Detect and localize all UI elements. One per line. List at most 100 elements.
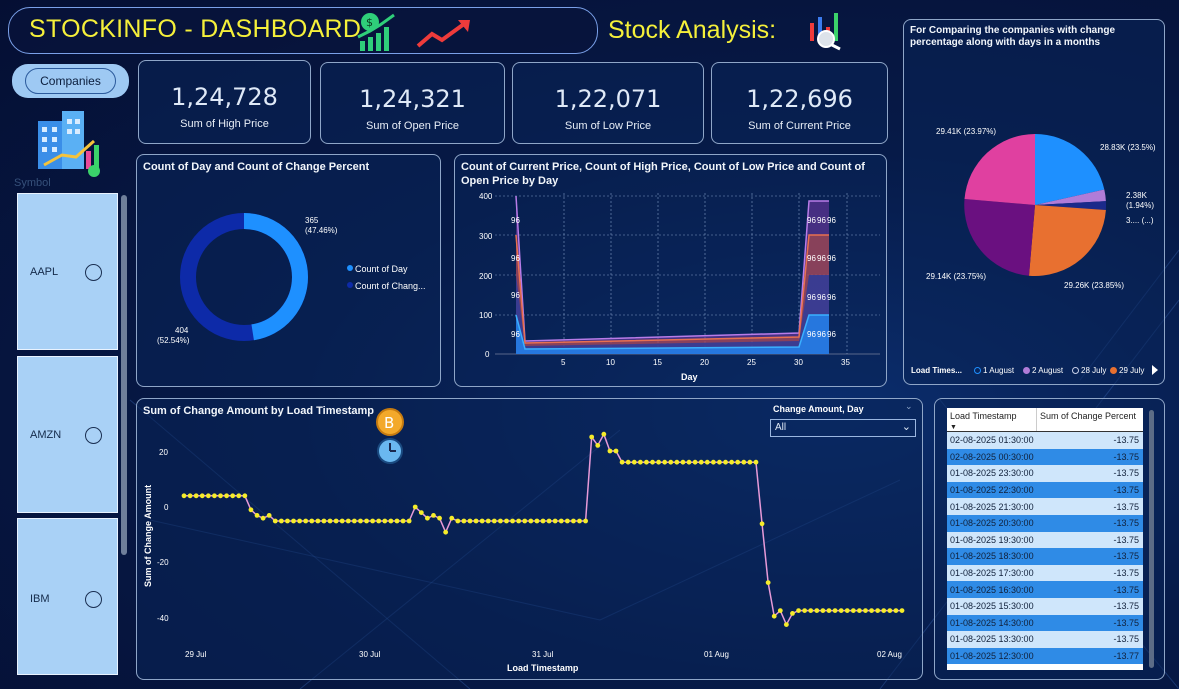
data-point[interactable] [899, 608, 905, 613]
data-point[interactable] [637, 459, 643, 465]
table-row[interactable]: 01-08-2025 16:30:00 -13.75 [947, 581, 1143, 598]
data-point[interactable] [297, 518, 303, 524]
data-point[interactable] [893, 608, 899, 613]
data-point[interactable] [863, 608, 868, 613]
legend-label[interactable]: 29 July [1119, 366, 1144, 375]
table-row[interactable]: 01-08-2025 22:30:00 -13.75 [947, 481, 1143, 499]
data-point[interactable] [473, 518, 479, 524]
legend-label[interactable]: 1 August [983, 366, 1014, 375]
data-point[interactable] [771, 613, 777, 619]
table-row[interactable]: 02-08-2025 01:30:00 -13.75 [947, 432, 1143, 449]
data-point[interactable] [589, 434, 595, 440]
table-row[interactable]: 01-08-2025 15:30:00 -13.75 [947, 597, 1143, 615]
data-point[interactable] [224, 493, 229, 499]
table-row[interactable]: 01-08-2025 18:30:00 -13.75 [947, 548, 1143, 565]
data-point[interactable] [376, 518, 382, 524]
data-point[interactable] [394, 518, 400, 524]
line-chart[interactable]: 20 0 -20 -40 29 Jul 30 Jul 31 Jul 01 Aug… [137, 399, 924, 681]
data-point[interactable] [382, 518, 388, 524]
radio-button[interactable] [85, 264, 102, 281]
data-point[interactable] [540, 518, 546, 524]
data-point[interactable] [510, 518, 515, 524]
pie-chart[interactable] [960, 130, 1110, 280]
data-point[interactable] [729, 459, 735, 465]
data-point[interactable] [765, 580, 771, 585]
data-point[interactable] [717, 459, 722, 465]
table-row[interactable]: 01-08-2025 19:30:00 -13.75 [947, 531, 1143, 549]
column-header-load-timestamp[interactable]: Load Timestamp ▼ [947, 408, 1037, 431]
data-point[interactable] [844, 608, 850, 613]
data-point[interactable] [187, 493, 193, 499]
data-point[interactable] [613, 448, 619, 454]
data-point[interactable] [850, 608, 856, 613]
data-point[interactable] [266, 513, 272, 518]
radio-button[interactable] [85, 427, 102, 444]
data-point[interactable] [522, 518, 528, 524]
data-point[interactable] [528, 518, 534, 524]
data-point[interactable] [278, 518, 284, 524]
data-point[interactable] [796, 608, 801, 613]
data-point[interactable] [595, 443, 601, 448]
data-point[interactable] [358, 518, 363, 524]
data-point[interactable] [802, 608, 808, 613]
sidebar-scrollbar[interactable] [121, 195, 127, 555]
data-point[interactable] [826, 608, 832, 613]
data-point[interactable] [491, 518, 497, 524]
data-point[interactable] [710, 459, 716, 465]
data-point[interactable] [485, 518, 491, 524]
data-point[interactable] [364, 518, 369, 524]
data-point[interactable] [345, 518, 351, 524]
data-point[interactable] [577, 518, 582, 524]
data-point[interactable] [692, 459, 698, 465]
data-point[interactable] [668, 459, 674, 465]
data-point[interactable] [242, 493, 248, 499]
data-point[interactable] [674, 459, 680, 465]
data-point[interactable] [516, 518, 522, 524]
data-point[interactable] [698, 459, 704, 465]
data-point[interactable] [723, 459, 728, 465]
data-point[interactable] [339, 518, 345, 524]
data-point[interactable] [260, 515, 266, 521]
data-point[interactable] [303, 518, 309, 524]
data-point[interactable] [656, 459, 662, 465]
series-line[interactable] [184, 432, 902, 627]
data-point[interactable] [212, 493, 217, 499]
data-point[interactable] [285, 518, 290, 524]
data-point[interactable] [248, 507, 254, 513]
data-point[interactable] [333, 518, 339, 524]
data-point[interactable] [437, 515, 442, 521]
data-point[interactable] [534, 518, 540, 524]
data-point[interactable] [498, 518, 503, 524]
data-point[interactable] [218, 493, 223, 499]
data-point[interactable] [741, 459, 747, 465]
table-row[interactable]: 01-08-2025 13:30:00 -13.75 [947, 631, 1143, 648]
table-scrollbar[interactable] [1149, 410, 1154, 668]
area-chart[interactable]: 400 300 200 100 0 5 10 15 20 25 30 35 Da… [455, 155, 888, 388]
data-point[interactable] [467, 518, 473, 524]
companies-button[interactable]: Companies [12, 64, 129, 98]
data-point[interactable] [704, 459, 710, 465]
data-point[interactable] [607, 448, 613, 454]
data-point[interactable] [759, 521, 765, 527]
slicer-item-aapl[interactable]: AAPL [17, 193, 118, 350]
data-point[interactable] [783, 622, 789, 627]
data-point[interactable] [199, 493, 205, 499]
table-row[interactable]: 01-08-2025 21:30:00 -13.75 [947, 498, 1143, 515]
data-point[interactable] [644, 459, 649, 465]
data-point[interactable] [327, 518, 333, 524]
data-point[interactable] [321, 518, 327, 524]
data-point[interactable] [619, 459, 625, 465]
pie-slice[interactable] [964, 199, 1035, 276]
data-point[interactable] [747, 459, 753, 465]
data-point[interactable] [431, 513, 436, 518]
data-point[interactable] [680, 459, 686, 465]
data-point[interactable] [564, 518, 570, 524]
change-amount-day-dropdown[interactable]: All ⌄ [770, 419, 916, 437]
data-point[interactable] [571, 518, 576, 524]
data-point[interactable] [625, 459, 631, 465]
pie-slice[interactable] [964, 134, 1036, 205]
data-point[interactable] [315, 518, 321, 524]
table-row[interactable]: 02-08-2025 00:30:00 -13.75 [947, 448, 1143, 466]
table-row[interactable]: 01-08-2025 20:30:00 -13.75 [947, 514, 1143, 532]
data-point[interactable] [424, 515, 430, 521]
